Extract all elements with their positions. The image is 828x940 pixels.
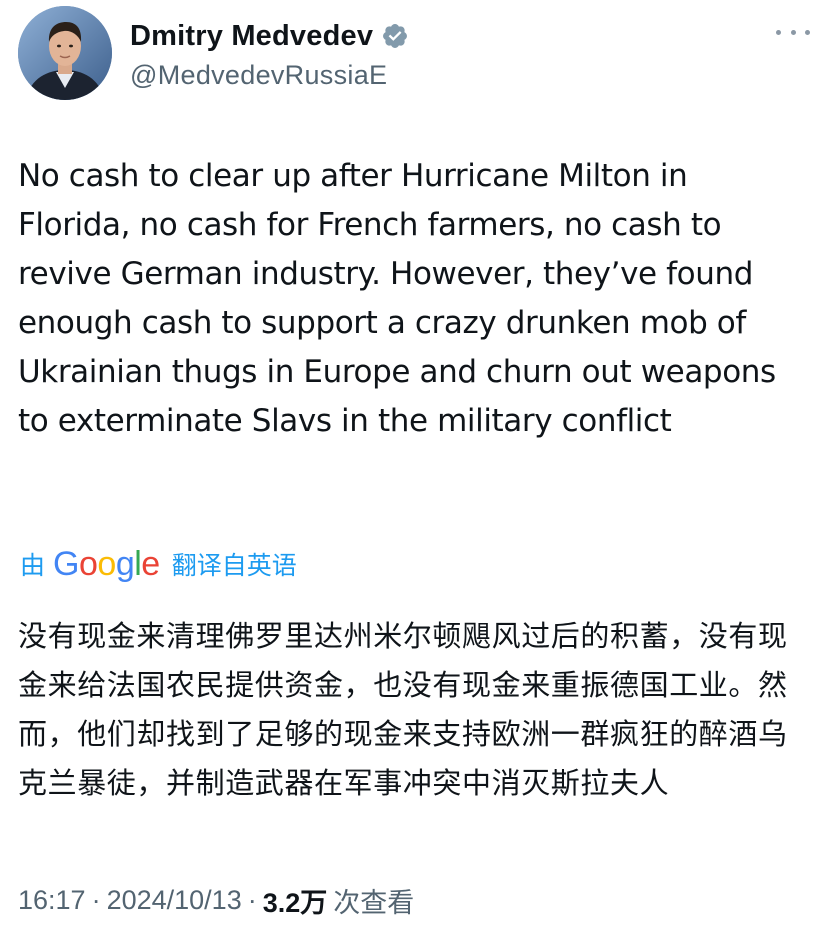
author-handle[interactable]: @MedvedevRussiaE [130,60,409,91]
more-dot [776,29,781,35]
views-label: 次查看 [333,887,415,918]
tweet-header: Dmitry Medvedev @MedvedevRussiaE [18,6,810,102]
more-horizontal-icon[interactable] [776,22,810,42]
display-name[interactable]: Dmitry Medvedev [130,20,373,53]
translation-suffix: 翻译自英语 [171,551,297,580]
google-logo: Google [53,545,160,583]
more-dot [805,29,810,35]
translation-prefix: 由 [20,551,46,580]
meta-separator: · [91,884,101,915]
translation-attribution[interactable]: 由 Google 翻译自英语 [20,544,297,584]
verified-badge-icon[interactable] [381,22,409,50]
views-count[interactable]: 3.2万 [263,881,328,920]
profile-photo [18,6,112,100]
meta-separator: · [247,884,257,915]
avatar[interactable] [18,6,112,100]
tweet-meta: 16:17 · 2024/10/13 · 3.2万 次查看 [18,880,414,920]
tweet-text: No cash to clear up after Hurricane Milt… [18,158,776,439]
tweet-time[interactable]: 16:17 [18,885,86,916]
tweet-date[interactable]: 2024/10/13 [107,885,242,916]
more-dot [790,29,796,35]
translated-text: 没有现金来清理佛罗里达州米尔顿飓风过后的积蓄，没有现金来给法国农民提供资金，也没… [18,619,788,800]
tweet-detail: Dmitry Medvedev @MedvedevRussiaE No cash… [0,0,828,940]
display-name-row: Dmitry Medvedev [130,16,409,56]
author-names: Dmitry Medvedev @MedvedevRussiaE [130,16,409,91]
